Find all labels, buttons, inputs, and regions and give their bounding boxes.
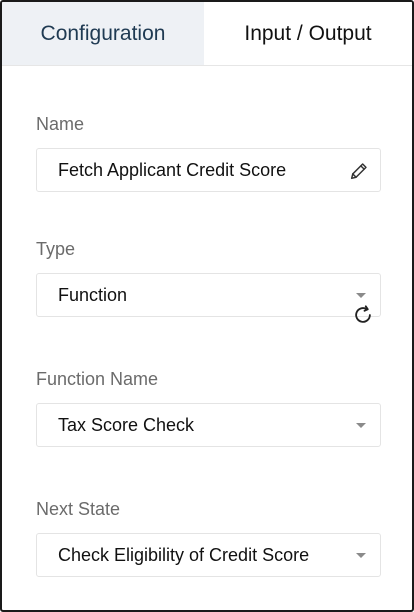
- type-label: Type: [36, 239, 76, 259]
- function-name-value: Tax Score Check: [58, 414, 195, 435]
- pencil-icon[interactable]: [348, 160, 370, 182]
- tab-configuration[interactable]: Configuration: [2, 2, 204, 65]
- refresh-icon[interactable]: [352, 304, 374, 326]
- next-state-value: Check Eligibility of Credit Score: [58, 544, 310, 565]
- state-config-panel: Configuration Input / Output Name Fetch …: [0, 0, 414, 612]
- chevron-down-icon[interactable]: [356, 423, 366, 428]
- tab-bar: Configuration Input / Output: [2, 2, 412, 66]
- type-value: Function: [58, 284, 128, 305]
- next-state-label: Next State: [36, 499, 121, 519]
- name-label: Name: [36, 114, 85, 134]
- type-select[interactable]: Function: [36, 273, 381, 317]
- tab-input-output[interactable]: Input / Output: [204, 2, 412, 65]
- function-name-label: Function Name: [36, 369, 159, 389]
- function-name-select[interactable]: Tax Score Check: [36, 403, 381, 447]
- chevron-down-icon[interactable]: [356, 293, 366, 298]
- name-value: Fetch Applicant Credit Score: [58, 159, 287, 180]
- chevron-down-icon[interactable]: [356, 553, 366, 558]
- name-input[interactable]: Fetch Applicant Credit Score: [36, 148, 381, 192]
- next-state-select[interactable]: Check Eligibility of Credit Score: [36, 533, 381, 577]
